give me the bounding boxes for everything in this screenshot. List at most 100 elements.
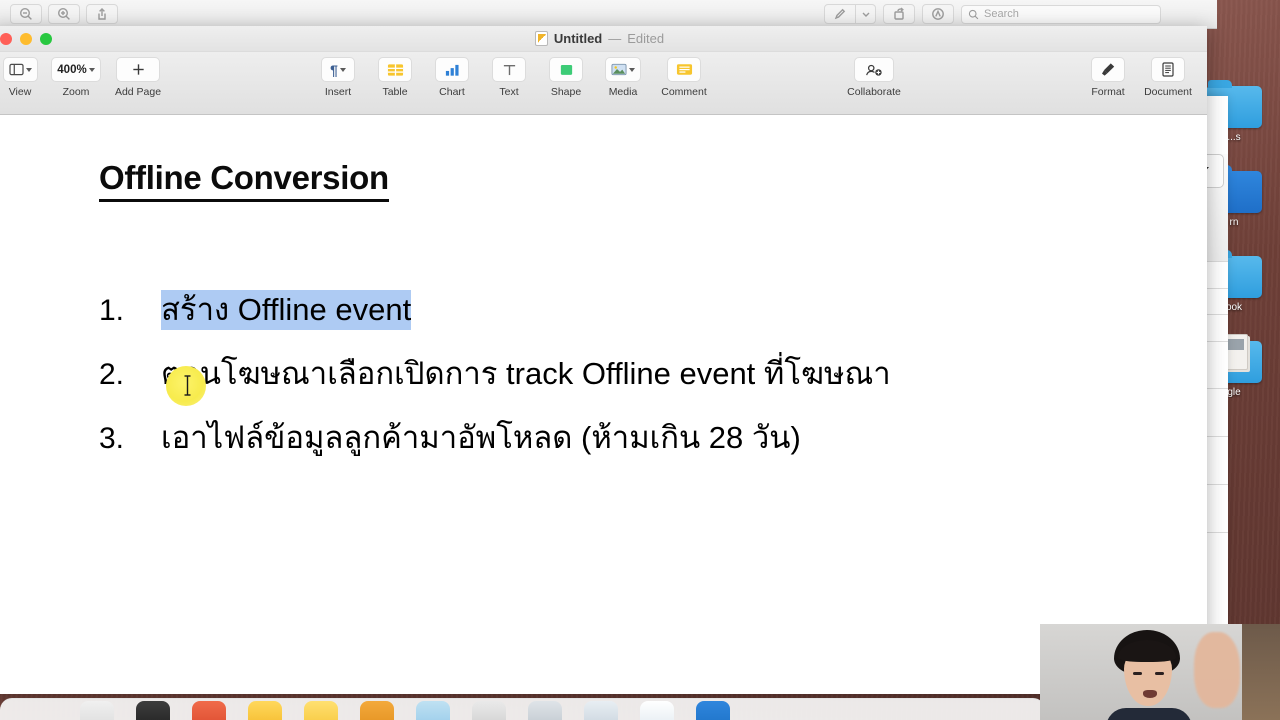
toolbar-item-shape[interactable]: Shape: [540, 57, 592, 98]
chevron-down-icon: [339, 67, 346, 72]
table-label: Table: [382, 86, 408, 98]
add-page-button[interactable]: [116, 57, 160, 82]
view-panel-icon: [8, 63, 24, 76]
format-button[interactable]: [1091, 57, 1125, 82]
markup-menu-button[interactable]: [856, 4, 876, 24]
window-titlebar: Untitled — Edited: [0, 26, 1207, 52]
webcam-overlay: [1040, 624, 1280, 720]
bar-chart-icon: [445, 64, 459, 76]
dock-item-reminders[interactable]: [304, 701, 338, 720]
chevron-down-icon: [88, 67, 95, 72]
magnifier-plus-icon: [57, 7, 70, 20]
toolbar-item-add-page[interactable]: Add Page: [106, 57, 170, 98]
pages-document-icon: [534, 31, 548, 46]
toolbar-item-media[interactable]: Media: [597, 57, 649, 98]
table-icon: [387, 63, 403, 76]
dock-item-finder[interactable]: [80, 701, 114, 720]
chart-label: Chart: [439, 86, 465, 98]
zoom-in-button[interactable]: [48, 4, 80, 24]
toolbar-item-insert[interactable]: ¶ Insert: [312, 57, 364, 98]
presenter-hand: [1194, 632, 1240, 708]
dock-item-launchpad[interactable]: [136, 701, 170, 720]
presenter-body: [1106, 708, 1192, 720]
list-item[interactable]: 1. สร้าง Offline event: [0, 284, 1207, 334]
toolbar-group-center: ¶ Insert Table Chart Text Shape Media Co…: [312, 57, 714, 98]
list-item-number: 1.: [99, 294, 125, 327]
document-page-icon: [1162, 62, 1174, 77]
list-item[interactable]: 3. เอาไฟล์ข้อมูลลูกค้ามาอัพโหลด (ห้ามเกิ…: [0, 412, 1207, 462]
search-input[interactable]: Search: [961, 4, 1161, 24]
close-button[interactable]: [0, 32, 12, 45]
view-label: View: [8, 86, 32, 98]
list-item-number: 2.: [99, 358, 125, 391]
dock-item-settings[interactable]: [472, 701, 506, 720]
pages-toolbar: View 400% Zoom Add Page ¶ Insert Table C…: [0, 52, 1207, 115]
collaborate-label: Collaborate: [847, 86, 901, 98]
list-item-text: ตอนโฆษณาเลือกเปิดการ track Offline event…: [161, 356, 891, 391]
toolbar-item-zoom[interactable]: 400% Zoom: [50, 57, 102, 98]
document-button[interactable]: [1151, 57, 1185, 82]
toolbar-item-text[interactable]: Text: [483, 57, 535, 98]
plus-icon: [132, 64, 144, 75]
table-button[interactable]: [378, 57, 412, 82]
add-page-label: Add Page: [114, 86, 162, 98]
media-label: Media: [608, 86, 638, 98]
view-button[interactable]: [2, 57, 38, 82]
title-separator: —: [608, 31, 622, 46]
dock-item-utility[interactable]: [528, 701, 562, 720]
toolbar-item-comment[interactable]: Comment: [654, 57, 714, 98]
toolbar-item-format[interactable]: Format: [1082, 57, 1134, 98]
insert-button[interactable]: ¶: [321, 57, 355, 82]
person-plus-icon: [866, 64, 882, 76]
macos-dock[interactable]: [0, 698, 1045, 720]
text-button[interactable]: [492, 57, 526, 82]
pages-window[interactable]: Untitled — Edited View 400% Zoom Add Pag…: [0, 26, 1207, 694]
pilcrow-icon: ¶: [330, 61, 338, 78]
paintbrush-icon: [1102, 63, 1115, 76]
toolbar-item-document[interactable]: Document: [1137, 57, 1199, 98]
list-item-text[interactable]: สร้าง Offline event: [161, 284, 412, 334]
chart-button[interactable]: [435, 57, 469, 82]
document-canvas[interactable]: Offline Conversion 1. สร้าง Offline even…: [0, 115, 1207, 694]
search-icon: [968, 9, 979, 19]
preview-toolbar-left: [10, 4, 118, 24]
toolbar-group-left: View 400% Zoom Add Page: [0, 57, 170, 98]
toolbar-item-view[interactable]: View: [0, 57, 46, 98]
minimize-button[interactable]: [20, 32, 32, 45]
shape-label: Shape: [550, 86, 582, 98]
dock-item-folder[interactable]: [696, 701, 730, 720]
toolbar-item-table[interactable]: Table: [369, 57, 421, 98]
rotate-button[interactable]: [883, 4, 915, 24]
shape-button[interactable]: [549, 57, 583, 82]
insert-label: Insert: [324, 86, 352, 98]
comment-button[interactable]: [667, 57, 701, 82]
collaborate-button[interactable]: [854, 57, 894, 82]
dock-item-notes[interactable]: [248, 701, 282, 720]
media-button[interactable]: [605, 57, 641, 82]
dock-item-preview[interactable]: [416, 701, 450, 720]
list-item[interactable]: 2. ตอนโฆษณาเลือกเปิดการ track Offline ev…: [0, 348, 1207, 398]
selected-text: สร้าง Offline event: [161, 290, 412, 330]
chevron-down-icon: [862, 12, 869, 17]
pen-icon: [834, 8, 846, 20]
annotate-button[interactable]: [922, 4, 954, 24]
zoom-level-button[interactable]: 400%: [51, 57, 101, 82]
toolbar-item-chart[interactable]: Chart: [426, 57, 478, 98]
dock-item-safari[interactable]: [640, 701, 674, 720]
format-label: Format: [1091, 86, 1125, 98]
markup-button[interactable]: [824, 4, 856, 24]
dock-item-pages[interactable]: [360, 701, 394, 720]
document-name: Untitled: [553, 31, 603, 46]
toolbar-item-collaborate[interactable]: Collaborate: [838, 57, 910, 98]
text-t-icon: [503, 64, 515, 75]
presenter-eye-left: [1133, 672, 1142, 675]
zoom-out-button[interactable]: [10, 4, 42, 24]
text-label: Text: [499, 86, 519, 98]
circle-a-icon: [932, 8, 944, 20]
numbered-list: 1. สร้าง Offline event 2. ตอนโฆษณาเลือกเ…: [0, 284, 1207, 462]
dock-item-app[interactable]: [192, 701, 226, 720]
zoom-button[interactable]: [40, 32, 52, 45]
dock-item-misc[interactable]: [584, 701, 618, 720]
share-button[interactable]: [86, 4, 118, 24]
magnifier-minus-icon: [19, 7, 32, 20]
